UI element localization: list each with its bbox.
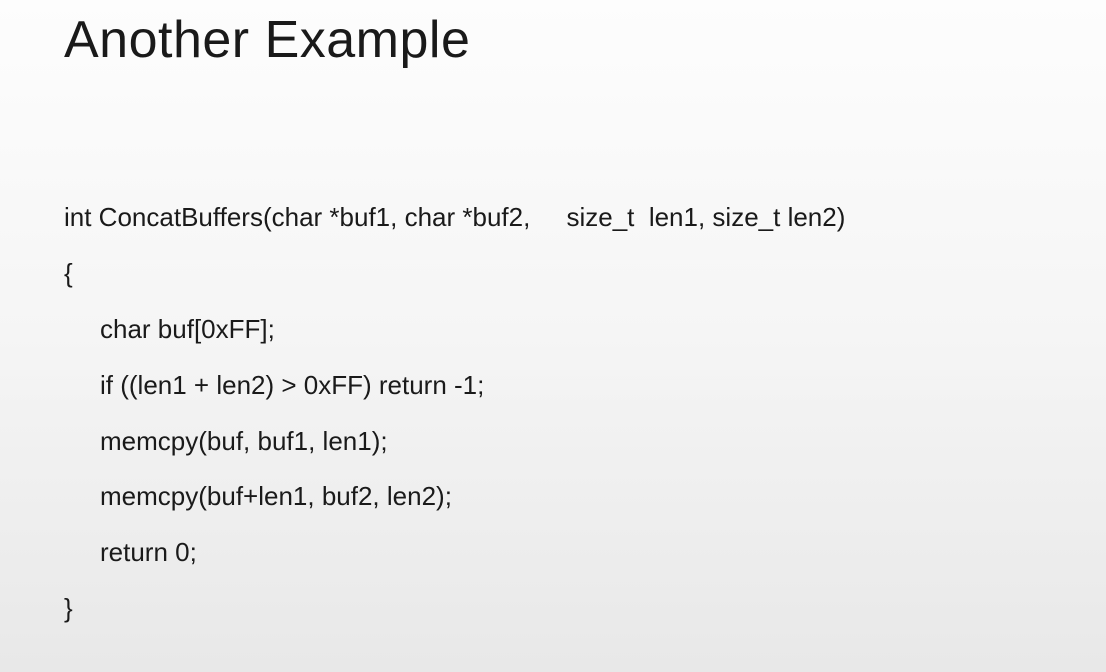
code-line-open-brace: {: [64, 246, 1042, 302]
slide-container: Another Example int ConcatBuffers(char *…: [0, 0, 1106, 672]
slide-title: Another Example: [64, 0, 1042, 70]
code-line-memcpy2: memcpy(buf+len1, buf2, len2);: [64, 469, 1042, 525]
code-line-memcpy1: memcpy(buf, buf1, len1);: [64, 414, 1042, 470]
code-line-return: return 0;: [64, 525, 1042, 581]
code-line-decl: char buf[0xFF];: [64, 302, 1042, 358]
code-block: int ConcatBuffers(char *buf1, char *buf2…: [64, 190, 1042, 637]
code-line-check: if ((len1 + len2) > 0xFF) return -1;: [64, 358, 1042, 414]
code-line-signature: int ConcatBuffers(char *buf1, char *buf2…: [64, 190, 1042, 246]
code-line-close-brace: }: [64, 581, 1042, 637]
